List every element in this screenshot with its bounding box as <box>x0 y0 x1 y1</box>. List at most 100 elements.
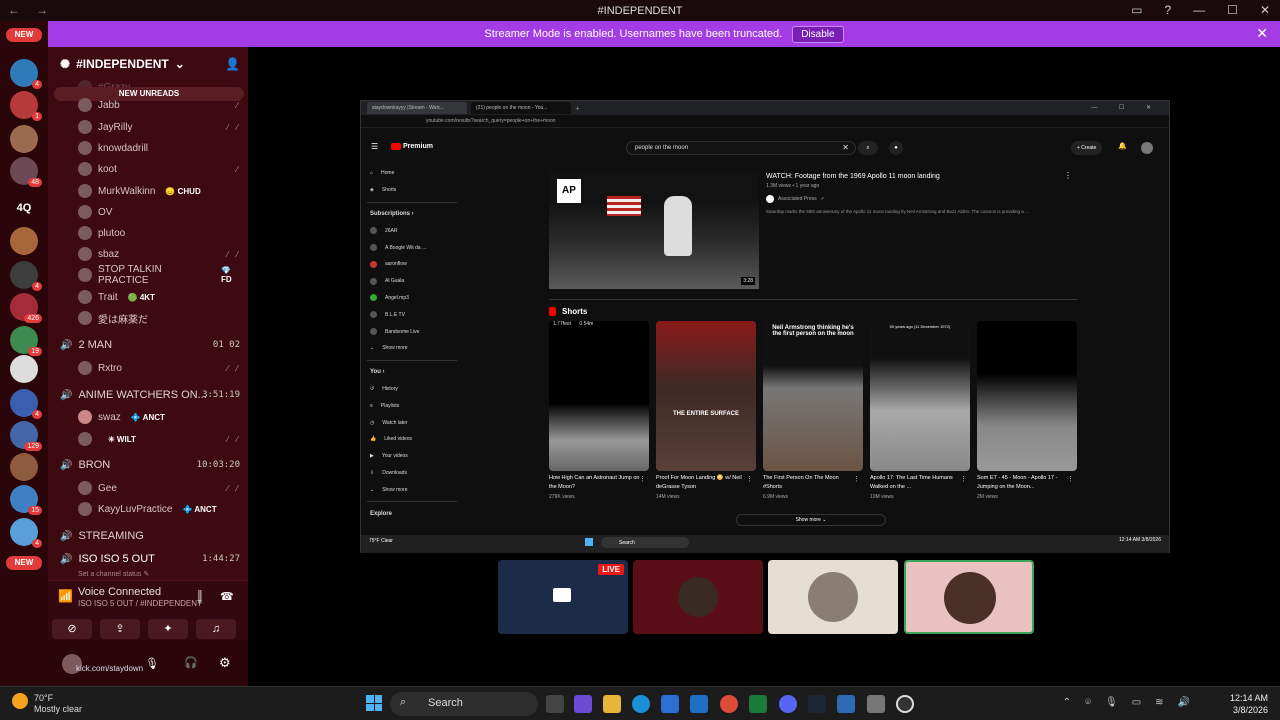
soundboard-button[interactable]: ♫ <box>196 619 236 639</box>
user-status[interactable]: kick.com/staydown <box>76 664 143 673</box>
close-banner-icon[interactable]: ✕ <box>1256 25 1268 42</box>
show-more-subscriptions[interactable]: ⌄ Show more <box>367 340 457 357</box>
edge-icon[interactable] <box>632 695 650 713</box>
windows-start-icon[interactable] <box>585 538 593 546</box>
short-thumbnail[interactable]: 1.77feet 0.54m <box>549 321 649 471</box>
maximize-button[interactable]: ☐ <box>1227 3 1238 17</box>
chrome-icon[interactable] <box>720 695 738 713</box>
server-icon[interactable]: 426 <box>10 293 42 323</box>
voice-channel[interactable]: 🔊 2 MAN 01 02 <box>60 337 240 353</box>
voice-channel[interactable]: 🔊 ANIME WATCHERS ON... 3:51:19 <box>60 387 240 403</box>
file-explorer-icon[interactable] <box>603 695 621 713</box>
camera-button[interactable]: ⊘ <box>52 619 92 639</box>
nav-liked[interactable]: 👍 Liked videos <box>367 431 457 448</box>
voice-user[interactable]: Jabb ⁄ <box>78 96 243 114</box>
chevron-up-icon[interactable]: ⌃ <box>1063 697 1071 708</box>
stream-tile[interactable]: LIVE <box>498 560 628 634</box>
noise-suppression-icon[interactable]: ║ <box>196 591 204 603</box>
explore-header[interactable]: Explore <box>367 505 457 522</box>
inbox-icon[interactable]: ▭ <box>1131 3 1142 17</box>
obs-icon[interactable] <box>896 695 914 713</box>
nav-your-videos[interactable]: ▶ Your videos <box>367 448 457 465</box>
server-icon[interactable]: 4 <box>10 59 42 89</box>
discord-icon[interactable] <box>779 695 797 713</box>
server-icon[interactable] <box>10 355 38 383</box>
server-header[interactable]: ✺ #INDEPENDENT ⌄ 👤 <box>60 57 240 71</box>
server-icon-4q[interactable]: 4Q <box>10 194 38 222</box>
voice-user[interactable]: Trait 🟢 4KT <box>78 288 243 306</box>
voice-user[interactable]: OV <box>78 203 243 221</box>
new-unreads-pill[interactable]: NEW <box>6 28 42 42</box>
more-options-icon[interactable]: ⋮ <box>960 475 967 483</box>
subscription-item[interactable]: Bandsome Live <box>367 323 457 340</box>
voice-user[interactable]: knowdadrill <box>78 139 243 157</box>
short-title[interactable]: Apollo 17: The Last Time Humans Walked o… <box>870 474 962 492</box>
activities-button[interactable]: ✦ <box>148 619 188 639</box>
voice-user[interactable]: koot ⁄ <box>78 160 243 178</box>
windows-start-icon[interactable] <box>366 695 382 711</box>
server-icon[interactable] <box>10 453 38 481</box>
nav-shorts[interactable]: ◈ Shorts <box>367 182 457 199</box>
short-thumbnail[interactable]: 50 years ago (11 December 1972) <box>870 321 970 471</box>
app-icon[interactable] <box>837 695 855 713</box>
voice-user[interactable]: STOP TALKIN PRACTICE 💎 FD <box>78 264 243 286</box>
clear-icon[interactable]: ✕ <box>842 143 849 152</box>
short-thumbnail[interactable] <box>977 321 1077 471</box>
more-options-icon[interactable]: ⋮ <box>746 475 753 483</box>
microphone-icon[interactable]: ● <box>889 141 903 155</box>
voice-user[interactable]: swaz 💠 ANCT <box>78 408 243 426</box>
voice-user[interactable]: KayyLuvPractice 💠 ANCT <box>78 500 243 518</box>
server-icon[interactable] <box>10 125 38 153</box>
stream-tile[interactable] <box>633 560 763 634</box>
bell-icon[interactable]: 🔔 <box>1118 142 1127 150</box>
address-bar[interactable]: youtube.com/results?search_query=people+… <box>361 115 1169 128</box>
video-thumbnail[interactable]: AP 3:28 <box>549 171 759 289</box>
nav-home[interactable]: ⌂ Home <box>367 165 457 182</box>
browser-tab-active[interactable]: (21) people on the moon - You... <box>471 102 571 114</box>
new-unreads-pill[interactable]: NEW <box>6 556 42 570</box>
youtube-logo[interactable]: Premium <box>391 143 433 150</box>
screen-share-button[interactable]: ⇪ <box>100 619 140 639</box>
server-icon[interactable]: 4 <box>10 518 42 548</box>
weather-widget[interactable]: 70°F Mostly clear <box>12 693 82 715</box>
search-input[interactable]: people on the moon ✕ <box>626 141 856 155</box>
voice-user[interactable]: 愛は麻薬だ <box>78 309 243 327</box>
video-channel[interactable]: Associated Press ✓ <box>766 195 1066 203</box>
voice-user[interactable]: Rxtro ⁄ ⁄ <box>78 359 243 377</box>
outlook-icon[interactable] <box>690 695 708 713</box>
taskbar-search[interactable]: ⌕ Search <box>390 692 538 716</box>
show-more-shorts-button[interactable]: Show more ⌄ <box>736 514 886 526</box>
nav-downloads[interactable]: ⇩ Downloads <box>367 465 457 482</box>
steam-icon[interactable] <box>808 695 826 713</box>
window-controls[interactable]: — ☐ ✕ <box>1091 104 1161 111</box>
you-header[interactable]: You › <box>367 364 457 381</box>
sheets-icon[interactable] <box>749 695 767 713</box>
display-icon[interactable]: ▭ <box>1132 697 1141 708</box>
microphone-icon[interactable]: 🎙 <box>1105 697 1118 708</box>
server-icon[interactable]: 15 <box>10 485 42 515</box>
server-icon[interactable]: 19 <box>10 326 42 356</box>
help-icon[interactable]: ? <box>1164 3 1171 17</box>
menu-icon[interactable]: ☰ <box>371 142 378 151</box>
subscription-item[interactable]: B.L.E TV <box>367 306 457 323</box>
short-title[interactable]: The First Person On The Moon #Shorts <box>763 474 855 492</box>
voice-user[interactable]: ✳ WILT ⁄ ⁄ <box>78 430 243 448</box>
more-options-icon[interactable]: ⋮ <box>853 475 860 483</box>
server-icon[interactable]: 1 <box>10 91 42 121</box>
nav-history[interactable]: ↺ History <box>367 381 457 398</box>
close-button[interactable]: ✕ <box>1260 3 1270 17</box>
subscription-item[interactable]: A Boogie Wit da ... <box>367 239 457 256</box>
voice-user[interactable]: sbaz ⁄ ⁄ <box>78 245 243 263</box>
voice-channel[interactable]: 🔊 STREAMING <box>60 528 240 544</box>
search-icon[interactable]: ⌕ <box>858 141 878 155</box>
server-icon[interactable]: 4 <box>10 389 42 419</box>
taskbar-clock[interactable]: 12:14 AM 3/8/2026 <box>1230 692 1268 716</box>
more-options-icon[interactable]: ⋮ <box>1064 171 1072 180</box>
short-title[interactable]: How High Can an Astronaut Jump on the Mo… <box>549 474 641 492</box>
new-tab-icon[interactable]: ＋ <box>575 105 580 112</box>
disable-streamer-mode-button[interactable]: Disable <box>792 25 844 43</box>
headphones-icon[interactable]: 🎧 <box>184 656 198 669</box>
app-icon[interactable] <box>867 695 885 713</box>
more-options-icon[interactable]: ⋮ <box>639 475 646 483</box>
nav-watch-later[interactable]: ◷ Watch later <box>367 414 457 431</box>
